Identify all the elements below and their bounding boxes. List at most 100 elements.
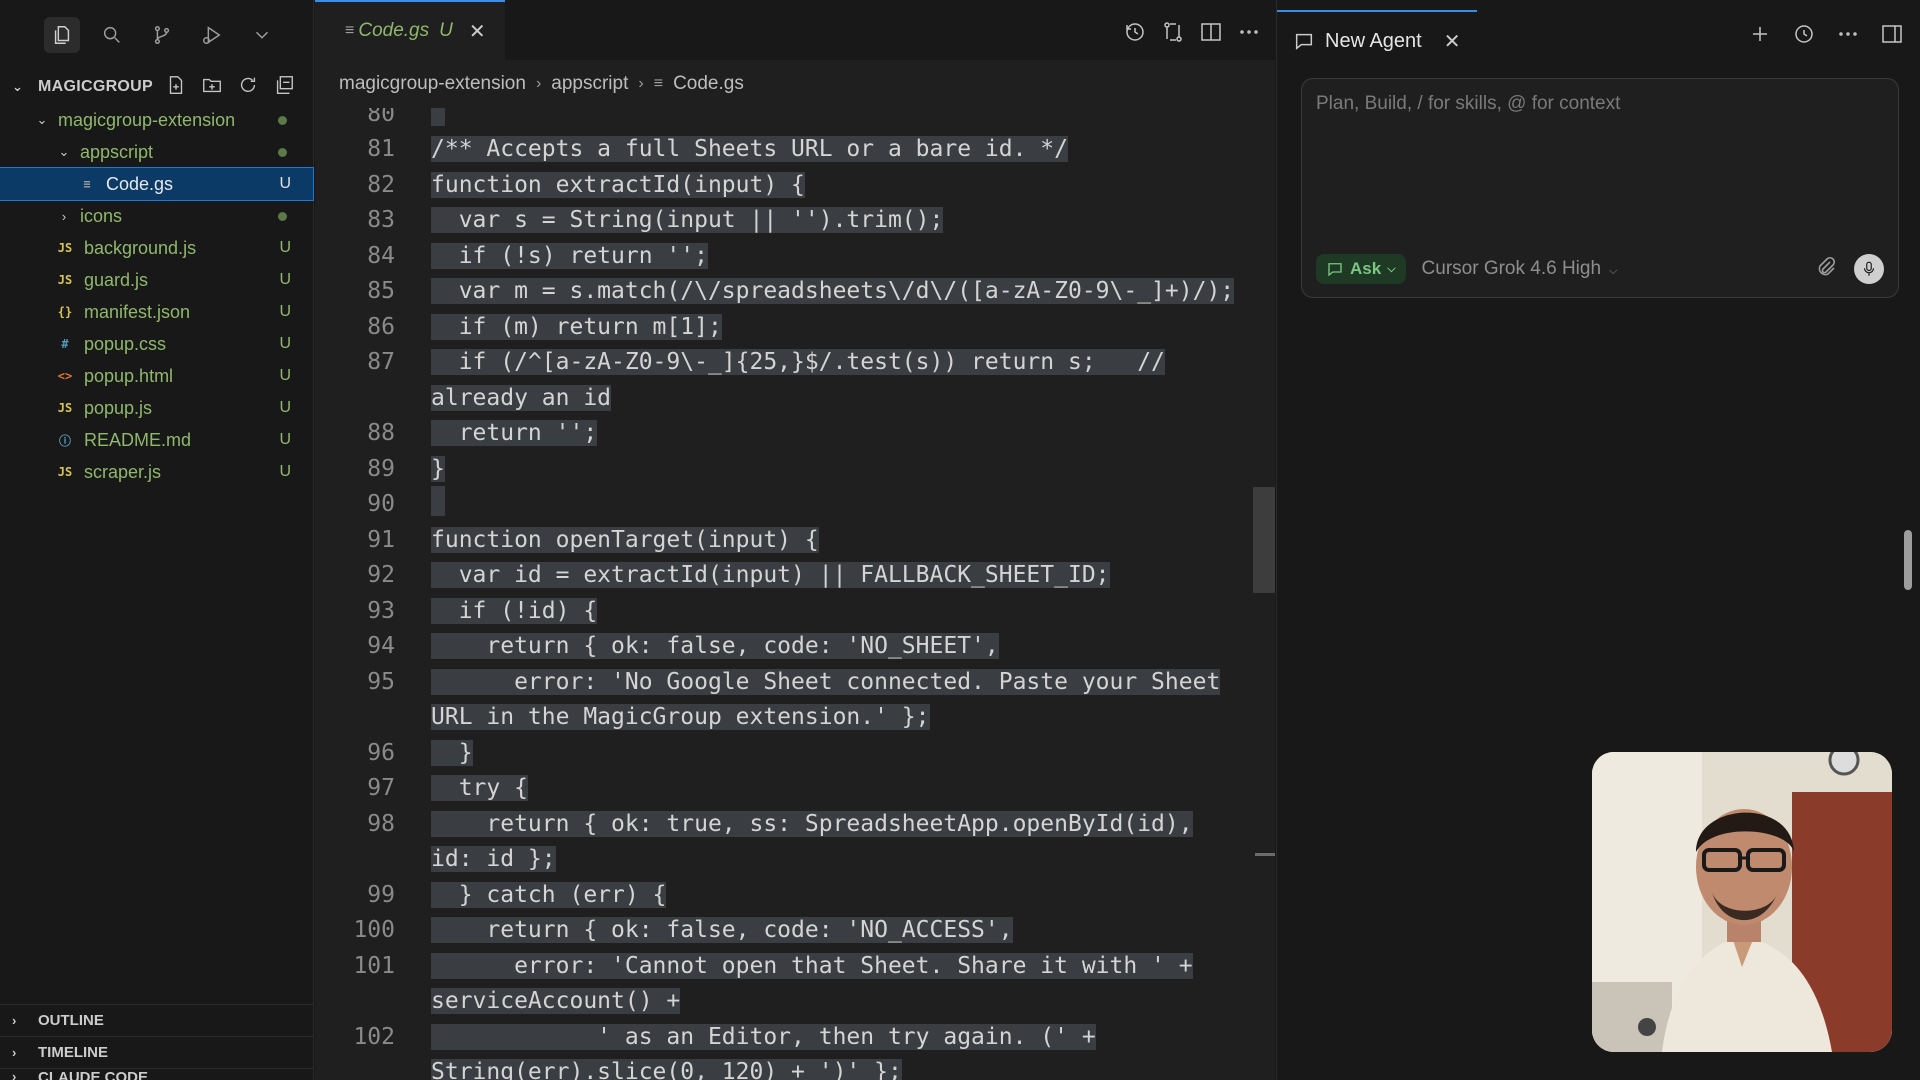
code-text — [431, 486, 445, 516]
code-line: 85 var m = s.match(/\/spreadsheets\/d\/(… — [315, 274, 1275, 309]
outline-panel[interactable]: › OUTLINE — [0, 1004, 314, 1036]
code-line: 94 return { ok: false, code: 'NO_SHEET', — [315, 629, 1275, 664]
agent-tabbar: New Agent ✕ — [1277, 0, 1920, 70]
code-line: id: id }; — [315, 842, 1275, 877]
code-line: 82 function extractId(input) { — [315, 167, 1275, 202]
source-control-icon[interactable] — [144, 17, 180, 53]
prompt-placeholder[interactable]: Plan, Build, / for skills, @ for context — [1316, 93, 1620, 115]
agent-scrollbar[interactable] — [1904, 530, 1912, 590]
scroll-marker — [1255, 853, 1275, 856]
tree-item[interactable]: JS background.js U — [0, 232, 313, 264]
refresh-icon[interactable] — [237, 74, 259, 101]
info-file-icon: ⓘ — [58, 433, 71, 448]
tree-item[interactable]: {} manifest.json U — [0, 296, 313, 328]
line-number: 84 — [367, 242, 395, 269]
agent-prompt-box[interactable]: Plan, Build, / for skills, @ for context… — [1301, 78, 1899, 298]
javascript-file-icon: JS — [57, 273, 73, 287]
breadcrumb-item[interactable]: appscript — [551, 73, 628, 95]
claude-code-panel[interactable]: › CLAUDE CODE — [0, 1068, 314, 1080]
line-number: 85 — [367, 278, 395, 304]
tab-new-agent[interactable]: New Agent ✕ — [1277, 10, 1477, 70]
collapse-all-icon[interactable] — [273, 74, 295, 101]
editor-actions — [1123, 20, 1261, 49]
code-text: var m = s.match(/\/spreadsheets\/d\/([a-… — [431, 278, 1235, 304]
code-line: 99 } catch (err) { — [315, 877, 1275, 912]
editor-tabbar: ≡ Code.gs U ✕ — [315, 0, 1275, 60]
search-icon[interactable] — [94, 17, 130, 53]
code-area[interactable]: 80 81 /** Accepts a full Sheets URL or a b… — [315, 108, 1275, 1080]
activity-bar — [0, 0, 313, 70]
chat-icon — [1295, 33, 1313, 50]
tree-item[interactable]: JS scraper.js U — [0, 456, 313, 488]
more-actions-icon[interactable] — [1836, 22, 1860, 51]
toggle-panel-icon[interactable] — [1880, 22, 1904, 51]
attach-icon[interactable] — [1814, 255, 1838, 284]
tree-item[interactable]: › icons — [0, 200, 313, 232]
code-line: 98 return { ok: true, ss: SpreadsheetApp… — [315, 806, 1275, 841]
tree-item-label: popup.js — [84, 397, 153, 418]
run-debug-icon[interactable] — [194, 17, 230, 53]
line-number: 102 — [353, 1023, 395, 1050]
outline-label: OUTLINE — [38, 1012, 104, 1029]
breadcrumb-item[interactable]: magicgroup-extension — [339, 73, 526, 95]
code-text: /** Accepts a full Sheets URL or a bare … — [431, 136, 1068, 162]
untracked-badge: U — [279, 303, 291, 320]
history-icon[interactable] — [1792, 22, 1816, 51]
tree-item-label: guard.js — [84, 269, 149, 290]
tree-item[interactable]: <> popup.html U — [0, 360, 313, 392]
code-text: URL in the MagicGroup extension.' }; — [431, 704, 930, 730]
tree-item[interactable]: ≡ Code.gs U — [0, 167, 314, 201]
tab-code-gs[interactable]: ≡ Code.gs U ✕ — [315, 0, 505, 60]
timeline-panel[interactable]: › TIMELINE — [0, 1036, 314, 1068]
mode-selector[interactable]: Ask ⌵ — [1316, 254, 1406, 284]
code-text: return { ok: false, code: 'NO_ACCESS', — [431, 917, 1013, 943]
code-line: URL in the MagicGroup extension.' }; — [315, 700, 1275, 735]
tree-item-label: background.js — [84, 237, 197, 258]
untracked-badge: U — [279, 175, 291, 192]
tree-item[interactable]: JS guard.js U — [0, 264, 313, 296]
editor-scrollbar[interactable] — [1253, 487, 1275, 593]
explorer-icon[interactable] — [44, 17, 80, 53]
chevron-right-icon: › — [535, 75, 542, 92]
microphone-icon[interactable] — [1854, 254, 1884, 284]
tab-status-badge: U — [439, 20, 453, 41]
code-text: } catch (err) { — [431, 881, 667, 908]
tree-item[interactable]: ⓘ README.md U — [0, 424, 313, 456]
chevron-down-icon[interactable] — [244, 17, 280, 53]
history-icon[interactable] — [1123, 20, 1147, 49]
untracked-badge: U — [279, 271, 291, 288]
plus-icon[interactable] — [1748, 22, 1772, 51]
tree-item-label: popup.css — [84, 333, 167, 354]
code-line: 81 /** Accepts a full Sheets URL or a bar… — [315, 132, 1275, 167]
line-number: 83 — [367, 207, 395, 233]
chevron-right-icon: › — [12, 1045, 17, 1060]
webcam-overlay — [1592, 752, 1892, 1052]
tree-item[interactable]: ⌄ magicgroup-extension — [0, 104, 313, 136]
code-text: var id = extractId(input) || FALLBACK_SH… — [431, 562, 1110, 588]
model-selector[interactable]: Cursor Grok 4.6 High ⌵ — [1422, 258, 1618, 280]
tree-item[interactable]: JS popup.js U — [0, 392, 313, 424]
code-line: 95 error: 'No Google Sheet connected. Pa… — [315, 664, 1275, 699]
code-line: 93 if (!id) { — [315, 593, 1275, 628]
close-icon[interactable]: ✕ — [469, 19, 486, 44]
tree-item[interactable]: ⌄ appscript — [0, 136, 313, 168]
close-icon[interactable]: ✕ — [1444, 29, 1461, 54]
webcam-image — [1592, 752, 1892, 1052]
code-line: 101 error: 'Cannot open that Sheet. Shar… — [315, 948, 1275, 983]
modified-dot — [278, 115, 287, 125]
explorer-header[interactable]: ⌄ MAGICGROUP — [0, 70, 313, 104]
chevron-down-icon: ⌄ — [36, 112, 48, 127]
breadcrumb-item[interactable]: Code.gs — [673, 73, 744, 95]
split-editor-icon[interactable] — [1199, 20, 1223, 49]
line-number: 96 — [367, 739, 395, 766]
bottom-panels: › OUTLINE › TIMELINE › CLAUDE CODE — [0, 1004, 314, 1080]
tree-item[interactable]: # popup.css U — [0, 328, 313, 360]
claude-code-label: CLAUDE CODE — [38, 1069, 149, 1080]
more-actions-icon[interactable] — [1237, 20, 1261, 49]
compare-changes-icon[interactable] — [1161, 20, 1185, 49]
explorer-sidebar: ⌄ MAGICGROUP ⌄ magicgroup-extension ⌄ appsc… — [0, 0, 314, 1080]
untracked-badge: U — [279, 239, 291, 256]
new-folder-icon[interactable] — [201, 74, 223, 101]
new-file-icon[interactable] — [165, 74, 187, 101]
code-text: return ''; — [431, 420, 598, 446]
